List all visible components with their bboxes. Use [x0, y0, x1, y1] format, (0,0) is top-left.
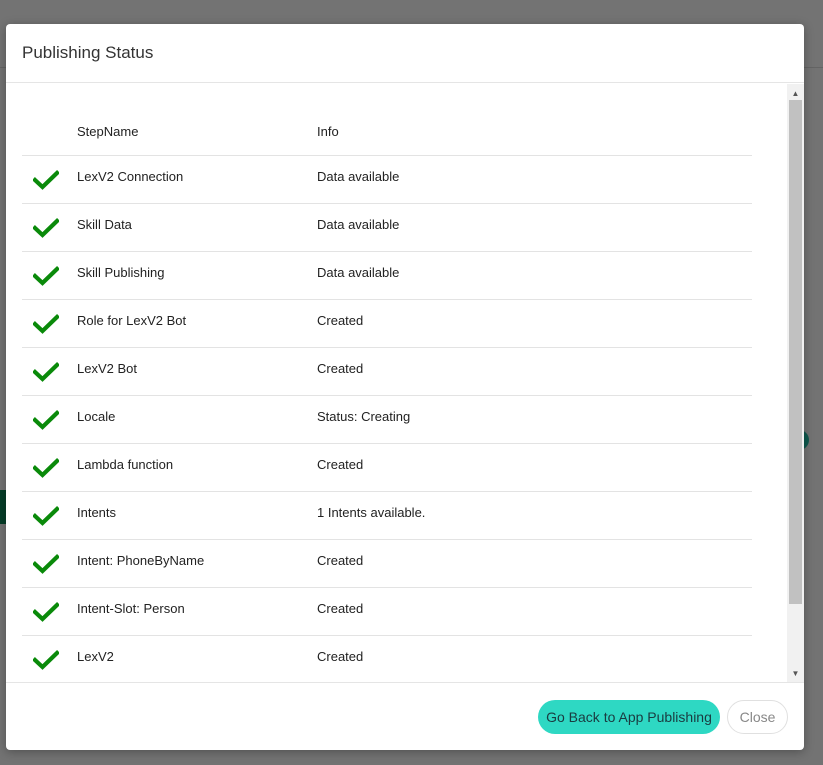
dialog-footer: Go Back to App Publishing Close: [6, 682, 804, 750]
status-cell: [22, 588, 77, 635]
info-cell: Data available: [317, 169, 400, 184]
info-cell: Created: [317, 553, 364, 568]
table-row: LexV2 Created: [22, 636, 752, 682]
step-name-cell: LexV2: [77, 649, 114, 664]
step-name-cell: Intents: [77, 505, 117, 520]
table-row: Intent: PhoneByName Created: [22, 540, 752, 588]
status-cell: [22, 300, 77, 347]
status-cell: [22, 156, 77, 203]
check-icon: [33, 362, 59, 382]
check-icon: [33, 602, 59, 622]
info-cell: Data available: [317, 265, 400, 280]
step-name-cell: Intent-Slot: Person: [77, 601, 185, 616]
column-header-stepname: StepName: [77, 124, 139, 139]
check-icon: [33, 506, 59, 526]
go-back-to-app-publishing-button[interactable]: Go Back to App Publishing: [538, 700, 720, 734]
step-name-cell: LexV2 Bot: [77, 361, 137, 376]
status-cell: [22, 252, 77, 299]
scroll-up-arrow-icon[interactable]: ▲: [787, 86, 804, 100]
status-cell: [22, 540, 77, 587]
status-cell: [22, 636, 77, 682]
step-name-cell: Intent: PhoneByName: [77, 553, 205, 568]
info-cell: Created: [317, 601, 364, 616]
status-cell: [22, 204, 77, 251]
info-cell: 1 Intents available.: [317, 505, 426, 520]
step-name-cell: Skill Data: [77, 217, 132, 232]
info-cell: Created: [317, 313, 364, 328]
table-row: LexV2 Bot Created: [22, 348, 752, 396]
info-cell: Created: [317, 361, 364, 376]
info-cell: Data available: [317, 217, 400, 232]
status-cell: [22, 396, 77, 443]
vertical-scrollbar[interactable]: ▲ ▼: [787, 84, 804, 682]
scroll-down-arrow-icon[interactable]: ▼: [787, 666, 804, 680]
check-icon: [33, 458, 59, 478]
table-row: Intent-Slot: Person Created: [22, 588, 752, 636]
info-cell: Status: Creating: [317, 409, 411, 424]
status-cell: [22, 444, 77, 491]
dialog-header: Publishing Status: [6, 24, 804, 83]
table-row: Skill Publishing Data available: [22, 252, 752, 300]
dialog-body[interactable]: StepName Info LexV2 Connection Data avail…: [6, 84, 804, 682]
close-button[interactable]: Close: [727, 700, 788, 734]
step-name-cell: LexV2 Connection: [77, 169, 184, 184]
table-row: Lambda function Created: [22, 444, 752, 492]
check-icon: [33, 266, 59, 286]
table-row: LexV2 Connection Data available: [22, 156, 752, 204]
status-cell: [22, 492, 77, 539]
check-icon: [33, 314, 59, 334]
check-icon: [33, 554, 59, 574]
table-row: Role for LexV2 Bot Created: [22, 300, 752, 348]
step-name-cell: Lambda function: [77, 457, 174, 472]
scrollbar-thumb[interactable]: [789, 100, 802, 604]
publishing-status-dialog: Publishing Status StepName Info LexV2 Co…: [6, 24, 804, 750]
check-icon: [33, 170, 59, 190]
column-header-info: Info: [317, 124, 339, 139]
step-name-cell: Skill Publishing: [77, 265, 165, 280]
table-row: Intents 1 Intents available.: [22, 492, 752, 540]
info-cell: Created: [317, 457, 364, 472]
step-name-cell: Locale: [77, 409, 116, 424]
status-cell: [22, 348, 77, 395]
table-row: Locale Status: Creating: [22, 396, 752, 444]
table-row: Skill Data Data available: [22, 204, 752, 252]
dialog-title: Publishing Status: [22, 43, 154, 62]
step-name-cell: Role for LexV2 Bot: [77, 313, 187, 328]
info-cell: Created: [317, 649, 364, 664]
check-icon: [33, 650, 59, 670]
status-table: StepName Info LexV2 Connection Data avail…: [22, 108, 752, 682]
check-icon: [33, 218, 59, 238]
table-header: StepName Info: [22, 108, 752, 156]
check-icon: [33, 410, 59, 430]
